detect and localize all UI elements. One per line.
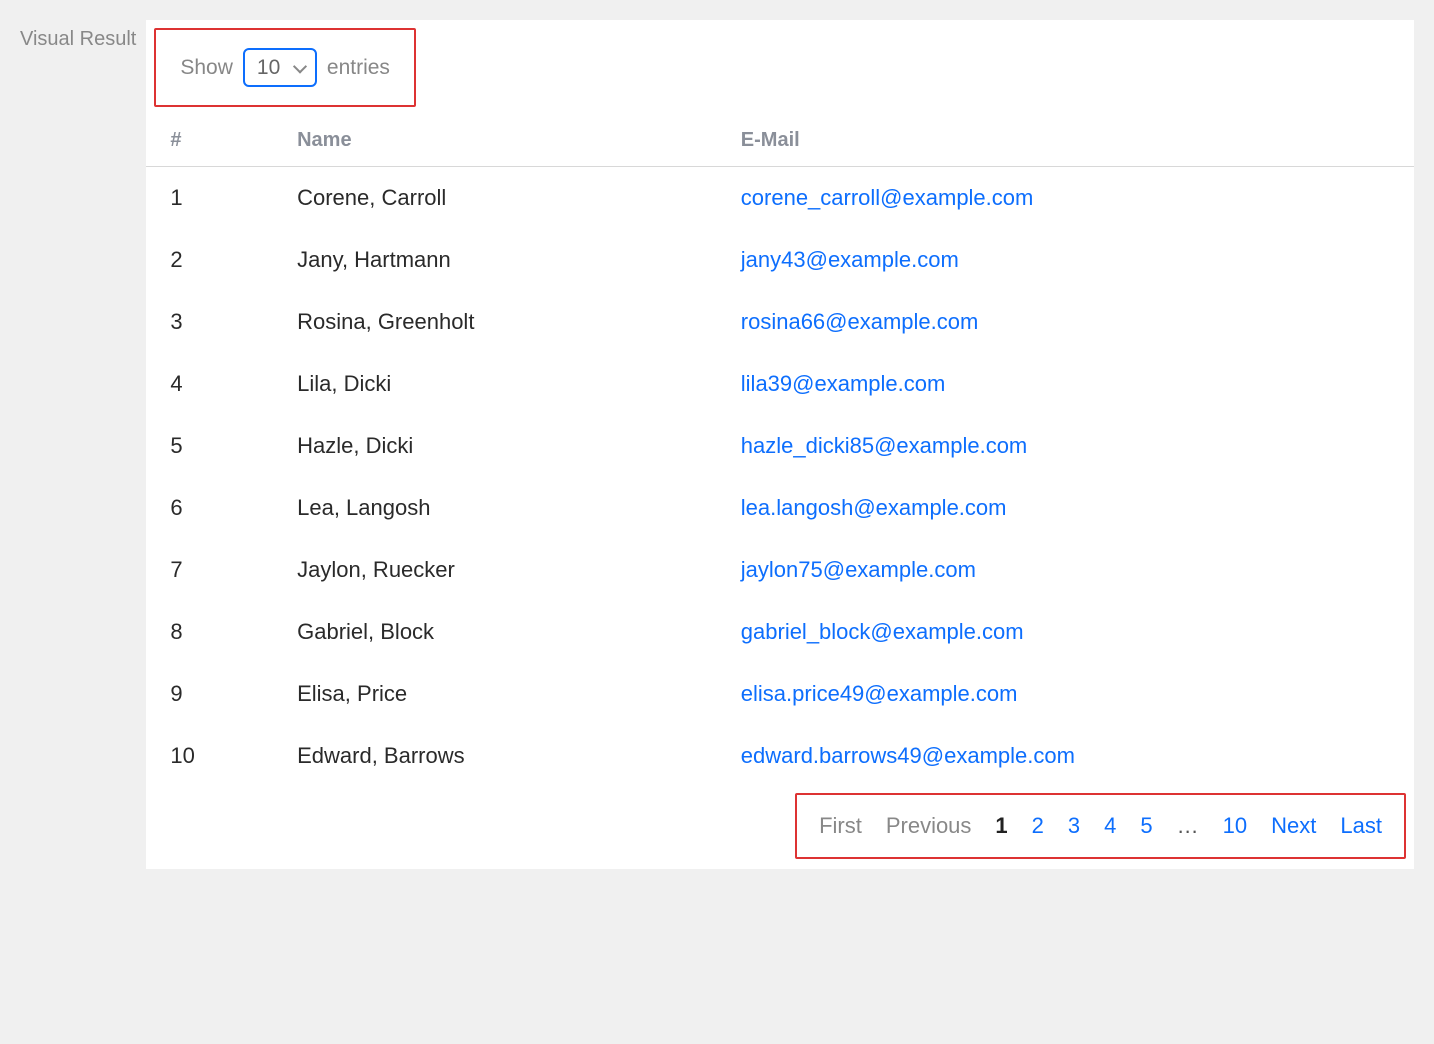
data-table: # Name E-Mail 1Corene, Carroll corene_car… — [146, 115, 1414, 787]
row-email-cell: jaylon75@example.com — [717, 539, 1414, 601]
row-id: 6 — [146, 477, 273, 539]
row-email-cell: rosina66@example.com — [717, 291, 1414, 353]
table-row: 9Elisa, Price elisa.price49@example.com — [146, 663, 1414, 725]
row-email-cell: elisa.price49@example.com — [717, 663, 1414, 725]
table-row: 2Jany, Hartmann jany43@example.com — [146, 229, 1414, 291]
row-name: Corene, Carroll — [273, 167, 717, 230]
entries-control-highlight: Show 10 entries — [154, 28, 416, 107]
row-email-link[interactable]: gabriel_block@example.com — [741, 619, 1024, 644]
visual-result-label: Visual Result — [20, 20, 136, 51]
row-email-link[interactable]: jany43@example.com — [741, 247, 959, 272]
row-email-cell: lila39@example.com — [717, 353, 1414, 415]
table-row: 6Lea, Langosh lea.langosh@example.com — [146, 477, 1414, 539]
row-email-cell: lea.langosh@example.com — [717, 477, 1414, 539]
entries-select-wrap: 10 — [243, 48, 317, 87]
row-name: Lea, Langosh — [273, 477, 717, 539]
table-row: 4Lila, Dicki lila39@example.com — [146, 353, 1414, 415]
results-panel: Show 10 entries # Name E-Mail 1Corene, C… — [146, 20, 1414, 869]
row-email-link[interactable]: elisa.price49@example.com — [741, 681, 1018, 706]
row-email-link[interactable]: edward.barrows49@example.com — [741, 743, 1075, 768]
row-id: 7 — [146, 539, 273, 601]
show-label: Show — [180, 56, 233, 80]
row-email-cell: gabriel_block@example.com — [717, 601, 1414, 663]
row-email-link[interactable]: lila39@example.com — [741, 371, 946, 396]
row-id: 3 — [146, 291, 273, 353]
row-email-link[interactable]: hazle_dicki85@example.com — [741, 433, 1027, 458]
row-email-link[interactable]: corene_carroll@example.com — [741, 185, 1034, 210]
page-number-last[interactable]: 10 — [1223, 813, 1247, 839]
entries-select[interactable]: 10 — [243, 48, 317, 87]
col-header-email: E-Mail — [717, 115, 1414, 167]
row-id: 1 — [146, 167, 273, 230]
table-row: 1Corene, Carroll corene_carroll@example.c… — [146, 167, 1414, 230]
row-name: Hazle, Dicki — [273, 415, 717, 477]
page-previous[interactable]: Previous — [886, 813, 972, 839]
row-id: 10 — [146, 725, 273, 787]
row-id: 9 — [146, 663, 273, 725]
row-id: 2 — [146, 229, 273, 291]
page-number[interactable]: 5 — [1140, 813, 1152, 839]
table-row: 3Rosina, Greenholt rosina66@example.com — [146, 291, 1414, 353]
page-first[interactable]: First — [819, 813, 862, 839]
row-id: 4 — [146, 353, 273, 415]
row-name: Elisa, Price — [273, 663, 717, 725]
entries-label: entries — [327, 56, 390, 80]
page-next[interactable]: Next — [1271, 813, 1316, 839]
row-name: Rosina, Greenholt — [273, 291, 717, 353]
page-number[interactable]: 4 — [1104, 813, 1116, 839]
col-header-id: # — [146, 115, 273, 167]
row-name: Jaylon, Ruecker — [273, 539, 717, 601]
page-ellipsis: … — [1177, 813, 1199, 839]
row-name: Edward, Barrows — [273, 725, 717, 787]
row-name: Gabriel, Block — [273, 601, 717, 663]
row-name: Jany, Hartmann — [273, 229, 717, 291]
pagination-highlight: First Previous 12345 … 10 Next Last — [795, 793, 1406, 859]
row-email-cell: jany43@example.com — [717, 229, 1414, 291]
table-row: 8Gabriel, Block gabriel_block@example.com — [146, 601, 1414, 663]
table-row: 7Jaylon, Ruecker jaylon75@example.com — [146, 539, 1414, 601]
row-email-cell: corene_carroll@example.com — [717, 167, 1414, 230]
row-email-link[interactable]: lea.langosh@example.com — [741, 495, 1007, 520]
row-email-cell: edward.barrows49@example.com — [717, 725, 1414, 787]
table-header-row: # Name E-Mail — [146, 115, 1414, 167]
row-id: 8 — [146, 601, 273, 663]
table-row: 10Edward, Barrows edward.barrows49@exampl… — [146, 725, 1414, 787]
table-row: 5Hazle, Dicki hazle_dicki85@example.com — [146, 415, 1414, 477]
page-number[interactable]: 3 — [1068, 813, 1080, 839]
row-id: 5 — [146, 415, 273, 477]
row-email-cell: hazle_dicki85@example.com — [717, 415, 1414, 477]
row-email-link[interactable]: rosina66@example.com — [741, 309, 979, 334]
page-last[interactable]: Last — [1340, 813, 1382, 839]
page-number[interactable]: 2 — [1032, 813, 1044, 839]
page-number[interactable]: 1 — [995, 813, 1007, 839]
row-name: Lila, Dicki — [273, 353, 717, 415]
row-email-link[interactable]: jaylon75@example.com — [741, 557, 976, 582]
col-header-name: Name — [273, 115, 717, 167]
